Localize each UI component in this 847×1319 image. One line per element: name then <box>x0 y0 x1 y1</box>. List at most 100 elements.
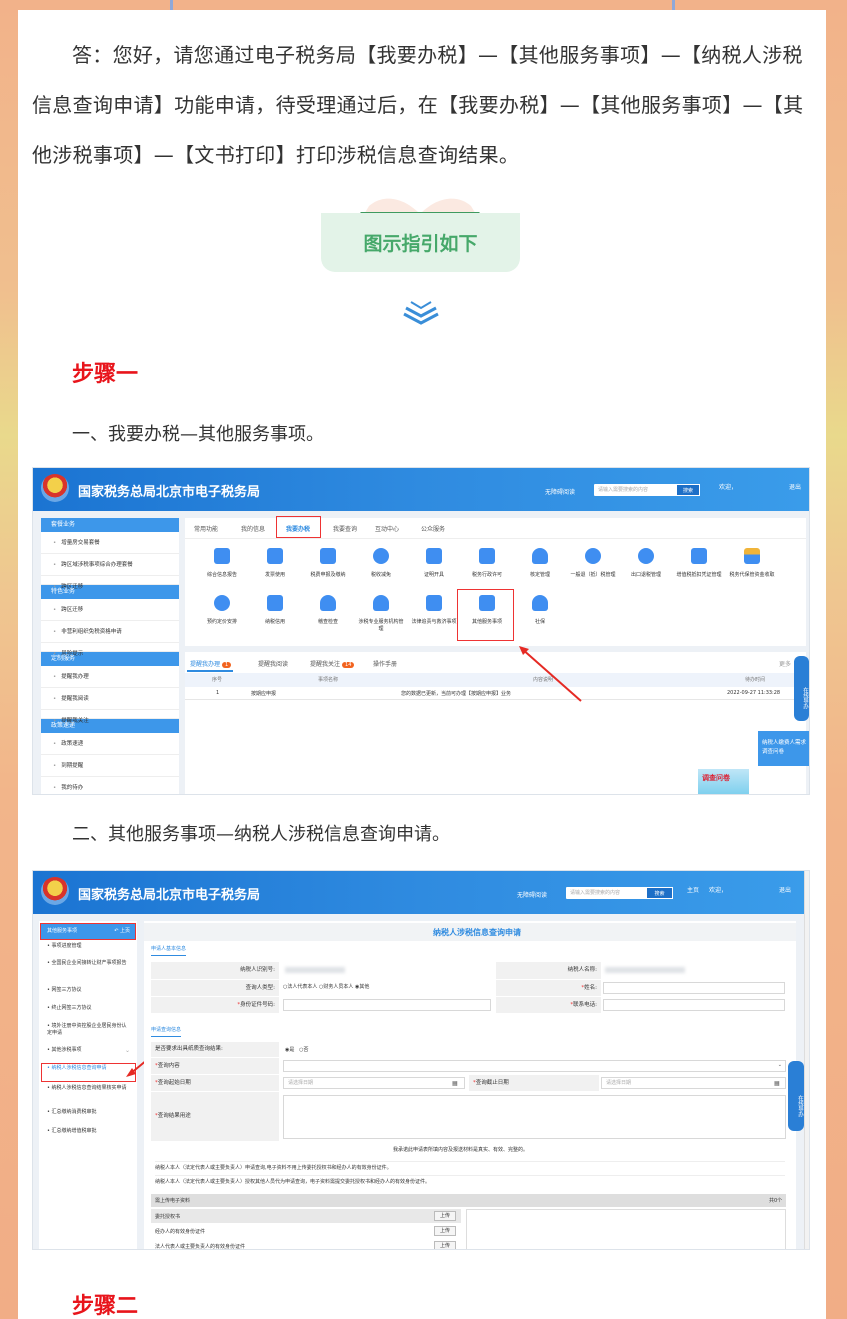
ledger-icon[interactable] <box>691 548 707 564</box>
calendar-icon[interactable]: ▦ <box>452 1080 458 1087</box>
tab-label: 提醒我办理 <box>190 661 220 668</box>
function-label[interactable]: 预约定价安排 <box>199 619 245 626</box>
reminder-tab[interactable]: 提醒我关注14 <box>310 659 354 668</box>
taxpayer-name-value-blurred <box>605 967 685 973</box>
function-label[interactable]: 社保 <box>517 619 563 626</box>
function-label[interactable]: 税费申报及缴纳 <box>305 572 351 579</box>
user-gear-icon[interactable] <box>532 595 548 611</box>
section-tab-query-info[interactable]: 申请查询信息 <box>151 1026 181 1037</box>
sidebar-item[interactable]: • 全国民企业间接转让财产事项报告 <box>47 960 131 967</box>
sidebar-item[interactable]: • 境外注册中资控股企业居民身份认定申请 <box>47 1023 131 1037</box>
sidebar-item[interactable]: • 汇总缴纳消费税审批 <box>47 1109 131 1116</box>
function-label[interactable]: 税务代保管资金收取 <box>729 572 775 579</box>
function-label[interactable]: 纳税信用 <box>252 619 298 626</box>
screenshot-tax-portal-home: 国家税务总局北京市电子税务局 无障碍阅读 请输入需要搜索的内容 搜索 欢迎， 退… <box>32 467 810 795</box>
online-guide-button[interactable]: 在线导办 <box>794 656 809 721</box>
tab-3[interactable]: 我要办税 <box>286 524 310 533</box>
clipboard-icon[interactable] <box>479 595 495 611</box>
radio-other[interactable]: ◉其他 <box>355 984 369 990</box>
id-card-icon[interactable] <box>479 548 495 564</box>
tab-label: 提醒我关注 <box>310 661 340 668</box>
sidebar-item[interactable]: • 其他涉税事项 <box>47 1047 131 1054</box>
tab-1[interactable]: 常用功能 <box>194 524 218 533</box>
sidebar-item[interactable]: • 网签三方协议 <box>47 987 131 994</box>
sidebar-item[interactable]: • 终止网签三方协议 <box>47 1005 131 1012</box>
compass-icon[interactable] <box>214 595 230 611</box>
globe-icon[interactable] <box>638 548 654 564</box>
red-arrow <box>33 468 810 795</box>
start-date-label: 查询起始日期 <box>151 1075 279 1091</box>
paper-result-radios: ◉是 ○否 <box>285 1046 309 1053</box>
start-date-input[interactable]: 请选择日期 <box>283 1077 465 1089</box>
upload-item: 法人代表人或主要负责人的有效身份证件 <box>151 1239 461 1250</box>
sidebar-item[interactable]: • 汇总缴纳增值税审批 <box>47 1128 131 1135</box>
certificate-icon[interactable] <box>426 548 442 564</box>
phone-label: 联系电话: <box>496 997 601 1013</box>
decor-line <box>672 0 675 10</box>
purpose-textarea[interactable] <box>283 1095 786 1139</box>
count-badge: 1 <box>222 662 231 668</box>
tab-divider <box>185 538 806 539</box>
function-label[interactable]: 综合信息报告 <box>199 572 245 579</box>
function-label[interactable]: 税务行政许可 <box>464 572 510 579</box>
promo-banner[interactable]: 调查问卷 <box>698 769 749 794</box>
user-gear-icon[interactable] <box>373 595 389 611</box>
survey-banner[interactable]: 纳税人缴费人需求调查问卷 <box>758 731 810 766</box>
form-title: 纳税人涉税信息查询申请 <box>433 927 521 938</box>
wallet-icon[interactable] <box>320 548 336 564</box>
upload-button[interactable]: 上传 <box>434 1211 456 1221</box>
radio-no[interactable]: ○否 <box>299 1047 308 1053</box>
section-tab-basic-info[interactable]: 申请人基本信息 <box>151 945 186 956</box>
function-label[interactable]: 增值税抵扣凭证管理 <box>676 572 722 579</box>
reminder-tab[interactable]: 操作手册 <box>373 659 397 668</box>
sidebar-item[interactable]: • 纳税人涉税信息查询结果核实申请 <box>47 1085 131 1092</box>
radio-legal-rep[interactable]: ○法人代表本人 <box>283 984 317 990</box>
function-label[interactable]: 出口退税管理 <box>623 572 669 579</box>
function-label[interactable]: 证明开具 <box>411 572 457 579</box>
upload-button[interactable]: 上传 <box>434 1226 456 1236</box>
calendar-icon[interactable]: ▦ <box>774 1080 780 1087</box>
function-label[interactable]: 涉税专业服务机构管理 <box>358 619 404 633</box>
step-two-title: 步骤二 <box>72 1288 138 1319</box>
query-content-select[interactable]: ⌄ <box>283 1060 786 1072</box>
name-input[interactable] <box>603 982 785 994</box>
reminder-tab[interactable]: 提醒我阅读 <box>258 659 288 668</box>
clipboard-icon[interactable] <box>214 548 230 564</box>
sidebar-item[interactable]: • 事项进度管理 <box>47 943 131 950</box>
function-label[interactable]: 法律追责与救济事项 <box>411 619 457 626</box>
tab-5[interactable]: 互动中心 <box>375 524 399 533</box>
radio-yes[interactable]: ◉是 <box>285 1047 294 1053</box>
tab-4[interactable]: 我要查询 <box>333 524 357 533</box>
step-one-title: 步骤一 <box>72 356 138 388</box>
chevron-down-icon[interactable]: ⌄ <box>125 1047 130 1054</box>
online-guide-button[interactable]: 在线导办 <box>788 1061 804 1131</box>
user-icon[interactable] <box>320 595 336 611</box>
shield-icon[interactable] <box>267 595 283 611</box>
refund-icon[interactable] <box>585 548 601 564</box>
upload-preview <box>466 1209 786 1250</box>
tab-6[interactable]: 公众服务 <box>421 524 445 533</box>
screenshot-query-application: 国家税务总局北京市电子税务局 无障碍阅读 请输入需要搜索的内容 搜索 主页 欢迎… <box>32 870 810 1250</box>
sidebar-item[interactable]: • 纳税人涉税信息查询申请 <box>47 1065 131 1072</box>
id-number-input[interactable] <box>283 999 491 1011</box>
radio-finance-staff[interactable]: ○财务人员本人 <box>319 984 353 990</box>
answer-paragraph: 答：您好，请您通过电子税务局【我要办税】—【其他服务事项】—【纳税人涉税信息查询… <box>32 30 812 180</box>
money-bag-icon[interactable] <box>744 548 760 564</box>
end-date-input[interactable]: 请选择日期 <box>601 1077 786 1089</box>
reminder-tab[interactable]: 提醒我办理1 <box>190 659 231 668</box>
function-label[interactable]: 稽查检查 <box>305 619 351 626</box>
function-label[interactable]: 核定管理 <box>517 572 563 579</box>
tab-2[interactable]: 我的信息 <box>241 524 265 533</box>
coin-icon[interactable] <box>373 548 389 564</box>
function-label[interactable]: 其他服务事项 <box>464 619 510 626</box>
function-label[interactable]: 发票使用 <box>252 572 298 579</box>
function-label[interactable]: 一般退（抵）税管理 <box>570 572 616 579</box>
upload-button[interactable]: 上传 <box>434 1241 456 1250</box>
name-label: 姓名: <box>496 980 601 996</box>
user-gear-icon[interactable] <box>532 548 548 564</box>
commitment-note: 我承诺此申请表所填内容及报送材料是真实、有效、完整的。 <box>393 1146 528 1153</box>
gavel-icon[interactable] <box>426 595 442 611</box>
phone-input[interactable] <box>603 999 785 1011</box>
ticket-icon[interactable] <box>267 548 283 564</box>
function-label[interactable]: 税收减免 <box>358 572 404 579</box>
